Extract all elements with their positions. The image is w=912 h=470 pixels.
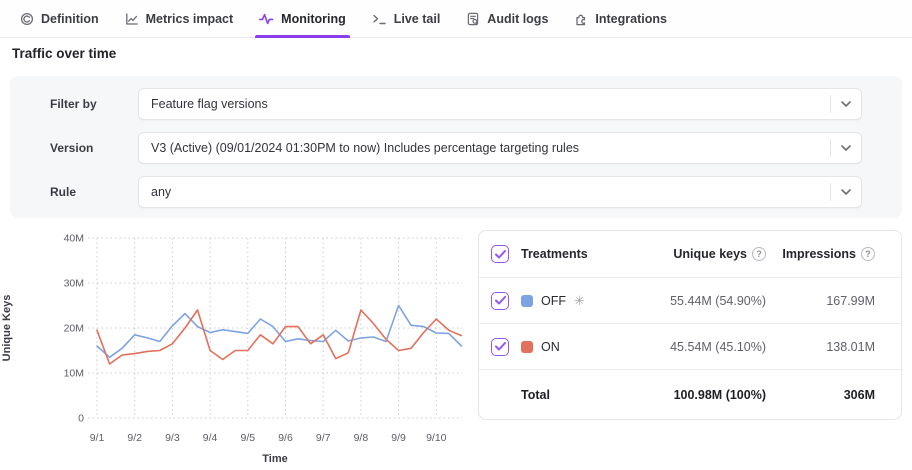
col-header-impressions: Impressions ? (766, 247, 901, 261)
live-tail-icon (372, 12, 387, 26)
definition-icon (20, 12, 34, 26)
select-value: V3 (Active) (09/01/2024 01:30PM to now) … (139, 141, 830, 155)
tab-integrations[interactable]: Integrations (574, 0, 667, 38)
version-select[interactable]: V3 (Active) (09/01/2024 01:30PM to now) … (138, 132, 862, 164)
select-value: Feature flag versions (139, 97, 830, 111)
traffic-chart: 0 10M 20M 30M 40M 9/1 9/2 9/3 9/4 9/5 9/6 9/7 9/8 9/9… (0, 228, 470, 470)
treatment-name: ON (541, 340, 560, 354)
impressions-cell: 138.01M (766, 340, 901, 354)
table-row-off: OFF ✳ 55.44M (54.90%) 167.99M (479, 278, 901, 324)
monitoring-icon (259, 12, 274, 26)
svg-text:40M: 40M (64, 233, 84, 245)
col-header-label: Impressions (782, 247, 856, 261)
table-total-row: Total 100.98M (100%) 306M (479, 370, 901, 419)
on-checkbox[interactable] (491, 338, 509, 356)
chevron-down-icon (831, 101, 861, 107)
svg-text:9/10: 9/10 (426, 432, 447, 444)
tab-definition[interactable]: Definition (20, 0, 99, 38)
svg-text:0: 0 (78, 413, 84, 425)
svg-text:9/4: 9/4 (203, 432, 218, 444)
treatments-table: Treatments Unique keys ? Impressions ? O… (478, 230, 902, 420)
filter-by-select[interactable]: Feature flag versions (138, 88, 862, 120)
col-header-treatments: Treatments (521, 247, 616, 261)
col-header-label: Unique keys (673, 247, 747, 261)
svg-text:20M: 20M (64, 323, 84, 335)
rule-select[interactable]: any (138, 176, 862, 208)
impressions-cell: 167.99M (766, 294, 901, 308)
unique-keys-cell: 45.54M (45.10%) (616, 340, 766, 354)
off-color-swatch (521, 295, 533, 307)
filter-row-rule: Rule any (10, 176, 902, 208)
select-all-checkbox[interactable] (491, 245, 509, 263)
tab-bar: Definition Metrics impact Monitoring (0, 0, 912, 38)
svg-text:9/5: 9/5 (240, 432, 255, 444)
table-row-on: ON 45.54M (45.10%) 138.01M (479, 324, 901, 370)
svg-text:9/7: 9/7 (316, 432, 331, 444)
svg-text:9/1: 9/1 (90, 432, 105, 444)
tab-label: Metrics impact (146, 12, 234, 26)
default-treatment-icon: ✳ (574, 293, 585, 309)
filter-label: Filter by (50, 97, 97, 111)
svg-text:9/9: 9/9 (391, 432, 406, 444)
tab-metrics-impact[interactable]: Metrics impact (125, 0, 234, 38)
svg-text:Unique Keys: Unique Keys (1, 295, 13, 362)
help-icon[interactable]: ? (861, 247, 875, 261)
col-header-unique-keys: Unique keys ? (616, 247, 766, 261)
table-header-row: Treatments Unique keys ? Impressions ? (479, 231, 901, 278)
integrations-icon (574, 12, 588, 26)
tab-label: Monitoring (281, 12, 346, 26)
svg-text:Time: Time (262, 453, 287, 465)
total-label: Total (521, 388, 616, 402)
filter-panel: Filter by Feature flag versions Version … (10, 76, 902, 218)
off-checkbox[interactable] (491, 292, 509, 310)
svg-text:30M: 30M (64, 278, 84, 290)
tab-live-tail[interactable]: Live tail (372, 0, 441, 38)
treatment-cell: ON (521, 340, 616, 354)
filter-row-version: Version V3 (Active) (09/01/2024 01:30PM … (10, 132, 902, 164)
treatment-cell: OFF ✳ (521, 293, 616, 309)
svg-text:9/6: 9/6 (278, 432, 293, 444)
tab-label: Integrations (595, 12, 667, 26)
chevron-down-icon (831, 145, 861, 151)
tab-label: Live tail (394, 12, 441, 26)
filter-label: Rule (50, 185, 76, 199)
help-icon[interactable]: ? (752, 247, 766, 261)
on-color-swatch (521, 341, 533, 353)
total-impressions: 306M (766, 388, 901, 402)
audit-logs-icon (466, 12, 480, 26)
svg-text:9/3: 9/3 (165, 432, 180, 444)
svg-text:10M: 10M (64, 368, 84, 380)
select-value: any (139, 185, 830, 199)
tab-label: Audit logs (487, 12, 548, 26)
svg-text:9/8: 9/8 (354, 432, 369, 444)
metrics-impact-icon (125, 12, 139, 26)
total-unique-keys: 100.98M (100%) (616, 388, 766, 402)
filter-label: Version (50, 141, 93, 155)
page-title: Traffic over time (12, 46, 116, 61)
filter-row-filter-by: Filter by Feature flag versions (10, 88, 902, 120)
tab-monitoring[interactable]: Monitoring (259, 0, 346, 38)
svg-text:9/2: 9/2 (127, 432, 142, 444)
unique-keys-cell: 55.44M (54.90%) (616, 294, 766, 308)
tab-label: Definition (41, 12, 99, 26)
line-chart-svg: 0 10M 20M 30M 40M 9/1 9/2 9/3 9/4 9/5 9/6 9/7 9/8 9/9… (0, 228, 470, 470)
tab-audit-logs[interactable]: Audit logs (466, 0, 548, 38)
treatment-name: OFF (541, 294, 566, 308)
chevron-down-icon (831, 189, 861, 195)
monitoring-page: Definition Metrics impact Monitoring (0, 0, 912, 470)
